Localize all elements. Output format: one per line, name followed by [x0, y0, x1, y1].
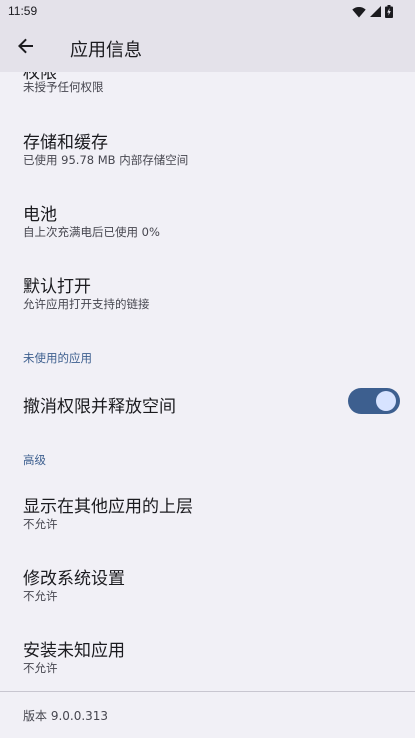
install-unknown-apps-item[interactable]: 安装未知应用 不允许	[0, 618, 415, 682]
battery-item[interactable]: 电池 自上次充满电后已使用 0%	[0, 182, 415, 246]
divider	[0, 691, 415, 692]
unused-apps-category: 未使用的应用	[23, 351, 92, 365]
display-over-apps-summary: 不允许	[23, 517, 58, 531]
version-text: 版本 9.0.0.313	[23, 709, 109, 723]
app-bar: 应用信息	[0, 24, 415, 72]
open-by-default-item[interactable]: 默认打开 允许应用打开支持的链接	[0, 254, 415, 318]
switch-thumb	[376, 391, 396, 411]
modify-system-settings-title: 修改系统设置	[23, 569, 125, 589]
permissions-summary: 未授予任何权限	[23, 80, 104, 94]
modify-system-settings-item[interactable]: 修改系统设置 不允许	[0, 546, 415, 610]
settings-list[interactable]: 权限 未授予任何权限 存储和缓存 已使用 95.78 MB 内部存储空间 电池 …	[0, 72, 415, 738]
storage-item[interactable]: 存储和缓存 已使用 95.78 MB 内部存储空间	[0, 110, 415, 174]
cell-signal-icon	[370, 6, 381, 17]
battery-icon	[385, 5, 393, 18]
wifi-icon	[352, 6, 366, 18]
remove-permissions-item[interactable]: 撤消权限并释放空间	[0, 374, 415, 430]
remove-permissions-switch[interactable]	[348, 388, 400, 414]
status-time: 11:59	[8, 4, 38, 18]
storage-title: 存储和缓存	[23, 133, 108, 153]
open-by-default-title: 默认打开	[23, 277, 91, 297]
storage-summary: 已使用 95.78 MB 内部存储空间	[23, 153, 189, 167]
status-icons	[352, 5, 393, 18]
page-title: 应用信息	[70, 40, 142, 61]
back-button[interactable]	[10, 32, 42, 64]
arrow-left-icon	[17, 37, 35, 59]
display-over-apps-item[interactable]: 显示在其他应用的上层 不允许	[0, 474, 415, 538]
install-unknown-apps-summary: 不允许	[23, 661, 58, 675]
remove-permissions-title: 撤消权限并释放空间	[23, 397, 176, 417]
modify-system-settings-summary: 不允许	[23, 589, 58, 603]
status-bar: 11:59	[0, 0, 415, 24]
display-over-apps-title: 显示在其他应用的上层	[23, 497, 193, 517]
advanced-category: 高级	[23, 453, 46, 467]
open-by-default-summary: 允许应用打开支持的链接	[23, 297, 150, 311]
battery-title: 电池	[23, 205, 57, 225]
permissions-item[interactable]: 权限 未授予任何权限	[0, 72, 415, 102]
battery-summary: 自上次充满电后已使用 0%	[23, 225, 160, 239]
install-unknown-apps-title: 安装未知应用	[23, 641, 125, 661]
